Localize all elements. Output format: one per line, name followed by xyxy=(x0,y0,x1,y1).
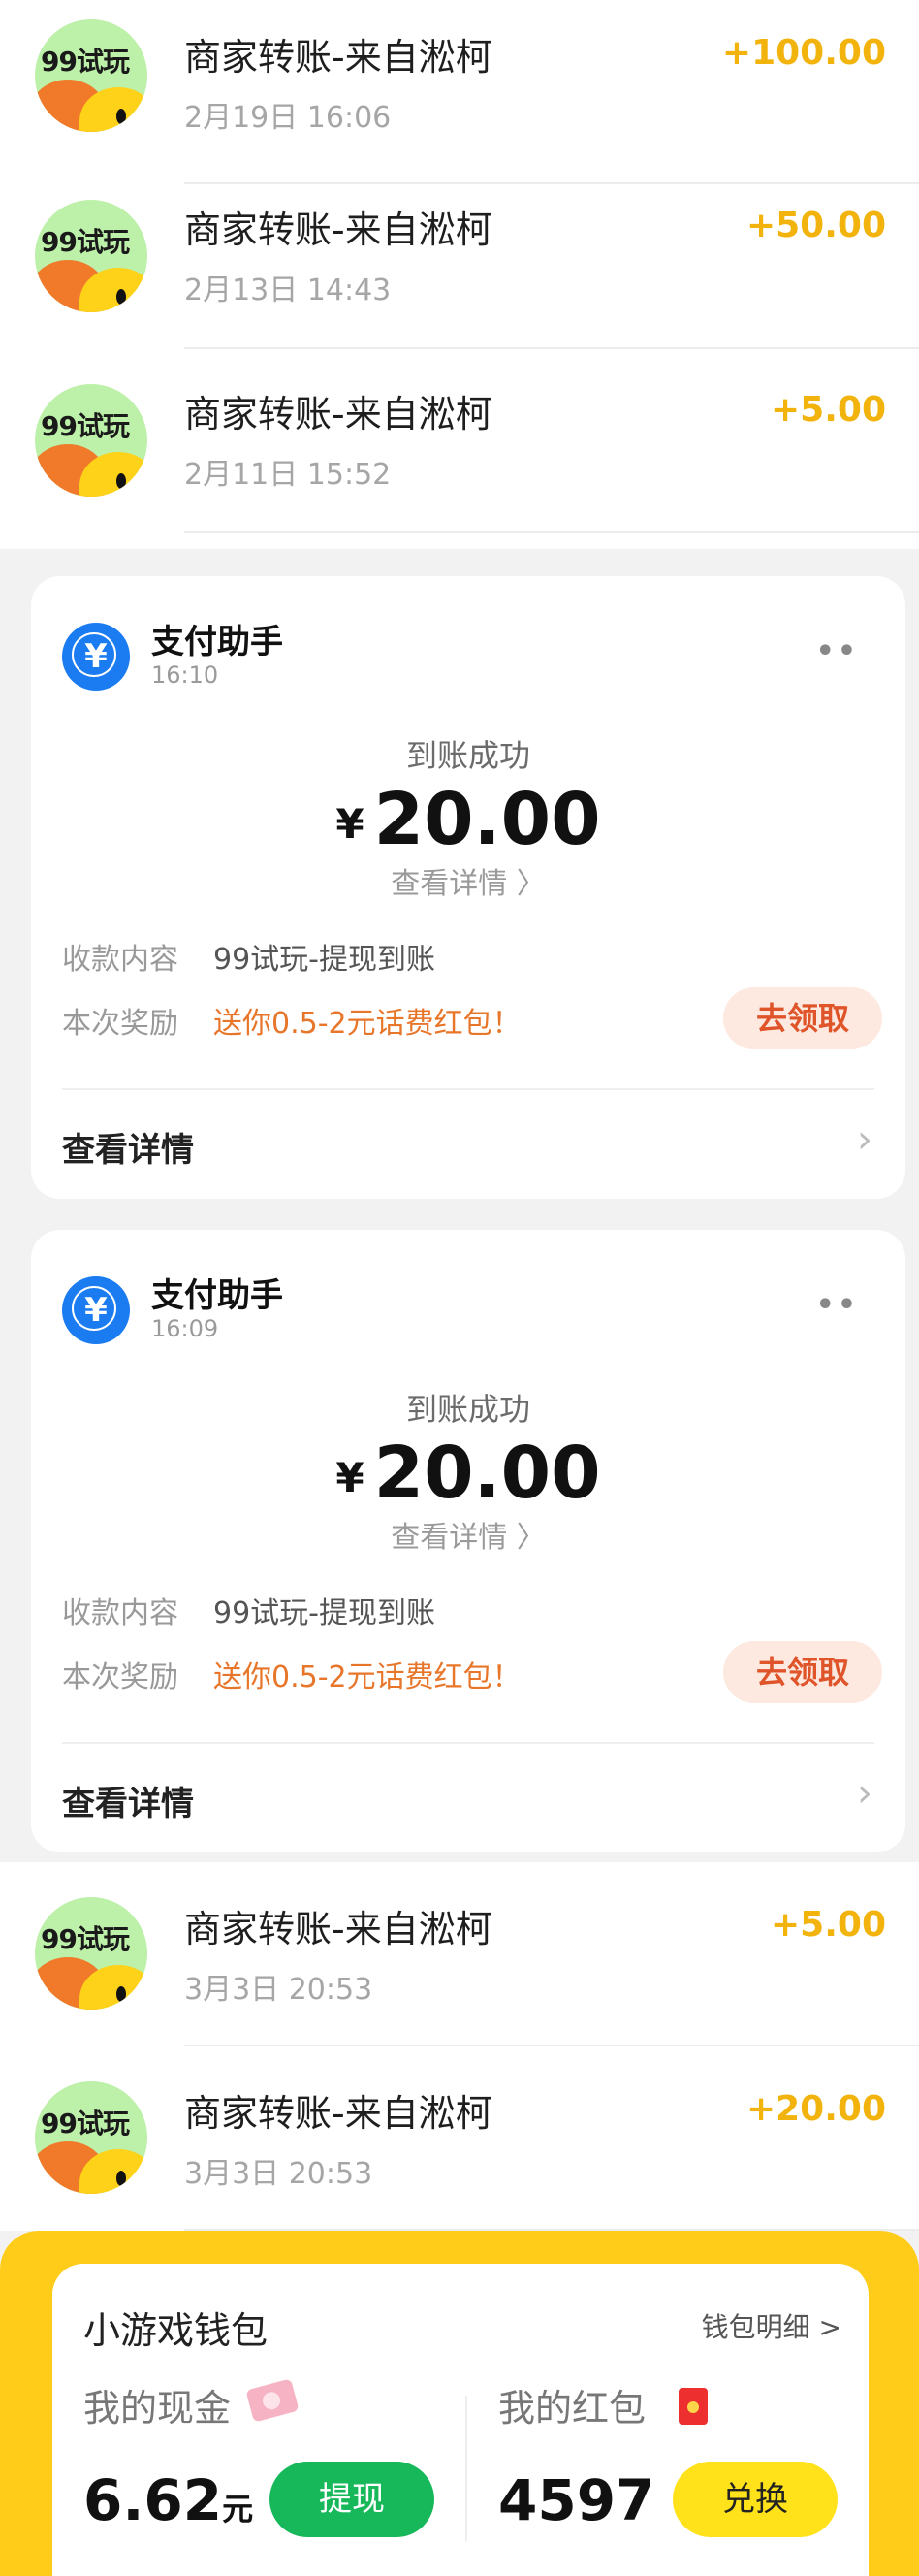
transfer-title: 商家转账-来自淞柯 xyxy=(184,1908,492,1950)
transfer-amount: +5.00 xyxy=(771,1905,886,1945)
yuan-pay-icon: ¥ xyxy=(62,623,130,691)
withdraw-button[interactable]: 提现 xyxy=(269,2462,434,2537)
wallet-title: 小游戏钱包 xyxy=(83,2309,269,2352)
reward-label: 本次奖励 xyxy=(62,1660,178,1694)
avatar-logo-text: 99试玩 xyxy=(41,1923,130,1955)
transfer-amount: +20.00 xyxy=(745,2089,886,2129)
transfer-time: 3月3日 20:53 xyxy=(184,1973,373,2007)
avatar-logo-text: 99试玩 xyxy=(41,2108,130,2140)
transfer-amount: +50.00 xyxy=(745,206,886,245)
card-footer-details[interactable]: 查看详情 xyxy=(62,1123,194,1171)
payment-status: 到账成功 xyxy=(405,737,530,774)
transfer-amount: +100.00 xyxy=(721,33,886,73)
transfer-row[interactable]: 99试玩 商家转账-来自淞柯 3月3日 20:53 +5.00 xyxy=(0,1862,919,2046)
chevron-right-icon[interactable]: › xyxy=(857,1771,872,1816)
payment-amount: ¥20.00 xyxy=(31,1432,905,1515)
sent-time: 16:10 xyxy=(151,661,219,689)
transfer-time: 2月13日 14:43 xyxy=(184,274,392,307)
mini-game-wallet: 小游戏钱包 钱包明细 > 我的现金 6.62元 提现 我的红包 4597 兑换 xyxy=(52,2264,869,2576)
yuan-pay-icon: ¥ xyxy=(62,1276,130,1344)
avatar-logo-text: 99试玩 xyxy=(41,46,130,78)
amount-value: 20.00 xyxy=(373,1432,601,1515)
transfer-row[interactable]: 99试玩 商家转账-来自淞柯 2月13日 14:43 +50.00 xyxy=(0,184,919,349)
merchant-avatar: 99试玩 xyxy=(35,200,147,312)
transfer-title: 商家转账-来自淞柯 xyxy=(184,36,492,79)
avatar-logo-text: 99试玩 xyxy=(41,410,130,442)
more-options-icon[interactable]: •• xyxy=(816,634,859,668)
reward-label: 本次奖励 xyxy=(62,1007,178,1041)
avatar-logo-text: 99试玩 xyxy=(41,226,130,258)
sent-time: 16:09 xyxy=(151,1315,219,1342)
merchant-avatar: 99试玩 xyxy=(35,1897,147,2010)
claim-button[interactable]: 去领取 xyxy=(723,987,882,1049)
transfer-list-bottom: 99试玩 商家转账-来自淞柯 3月3日 20:53 +5.00 99试玩 商家转… xyxy=(0,1862,919,2231)
redpack-balance: 4597 xyxy=(498,2467,655,2533)
transfer-row[interactable]: 99试玩 商家转账-来自淞柯 2月11日 15:52 +5.00 xyxy=(0,349,919,533)
transfer-list-top: 99试玩 商家转账-来自淞柯 2月19日 16:06 +100.00 99试玩 … xyxy=(0,0,919,549)
cash-unit: 元 xyxy=(222,2491,254,2528)
transfer-amount: +5.00 xyxy=(771,390,886,430)
currency-symbol: ¥ xyxy=(335,1454,364,1501)
reward-value: 送你0.5-2元话费红包！ xyxy=(213,1007,522,1041)
amount-value: 20.00 xyxy=(373,778,601,861)
more-options-icon[interactable]: •• xyxy=(816,1288,859,1322)
content-label: 收款内容 xyxy=(62,1596,178,1630)
cash-note-icon xyxy=(245,2378,300,2423)
sender-name: 支付助手 xyxy=(151,623,283,661)
chevron-right-icon[interactable]: › xyxy=(857,1117,872,1162)
content-value: 99试玩-提现到账 xyxy=(213,943,435,977)
cash-amount: 6.62 xyxy=(83,2467,223,2533)
reward-value: 送你0.5-2元话费红包！ xyxy=(213,1660,522,1694)
payment-notification-card: ¥ 支付助手 16:09 •• 到账成功 ¥20.00 查看详情 〉 收款内容 … xyxy=(31,1230,905,1852)
transfer-row[interactable]: 99试玩 商家转账-来自淞柯 3月3日 20:53 +20.00 xyxy=(0,2046,919,2231)
payment-notification-card: ¥ 支付助手 16:10 •• 到账成功 ¥20.00 查看详情 〉 收款内容 … xyxy=(31,576,905,1199)
transfer-row[interactable]: 99试玩 商家转账-来自淞柯 2月19日 16:06 +100.00 xyxy=(0,0,919,184)
card-footer-details[interactable]: 查看详情 xyxy=(62,1777,194,1824)
transfer-title: 商家转账-来自淞柯 xyxy=(184,2092,492,2135)
payment-status: 到账成功 xyxy=(405,1391,530,1428)
content-value: 99试玩-提现到账 xyxy=(213,1596,435,1630)
transfer-title: 商家转账-来自淞柯 xyxy=(184,209,492,251)
transfer-title: 商家转账-来自淞柯 xyxy=(184,393,492,435)
red-envelope-icon xyxy=(679,2388,708,2425)
view-details-link[interactable]: 查看详情 〉 xyxy=(31,859,905,902)
redpack-label: 我的红包 xyxy=(498,2387,647,2430)
merchant-avatar: 99试玩 xyxy=(35,384,147,497)
payment-amount: ¥20.00 xyxy=(31,778,905,861)
merchant-avatar: 99试玩 xyxy=(35,2081,147,2194)
transfer-time: 2月11日 15:52 xyxy=(184,458,392,492)
claim-button[interactable]: 去领取 xyxy=(723,1641,882,1703)
cash-label: 我的现金 xyxy=(83,2387,232,2430)
view-details-link[interactable]: 查看详情 〉 xyxy=(31,1513,905,1556)
exchange-button[interactable]: 兑换 xyxy=(673,2462,838,2537)
transfer-time: 2月19日 16:06 xyxy=(184,101,392,135)
content-label: 收款内容 xyxy=(62,943,178,977)
merchant-avatar: 99试玩 xyxy=(35,19,147,132)
wallet-detail-link[interactable]: 钱包明细 > xyxy=(702,2306,841,2345)
currency-symbol: ¥ xyxy=(335,800,364,848)
sender-name: 支付助手 xyxy=(151,1276,283,1315)
cash-balance: 6.62元 xyxy=(83,2467,253,2533)
transfer-time: 3月3日 20:53 xyxy=(184,2157,373,2191)
